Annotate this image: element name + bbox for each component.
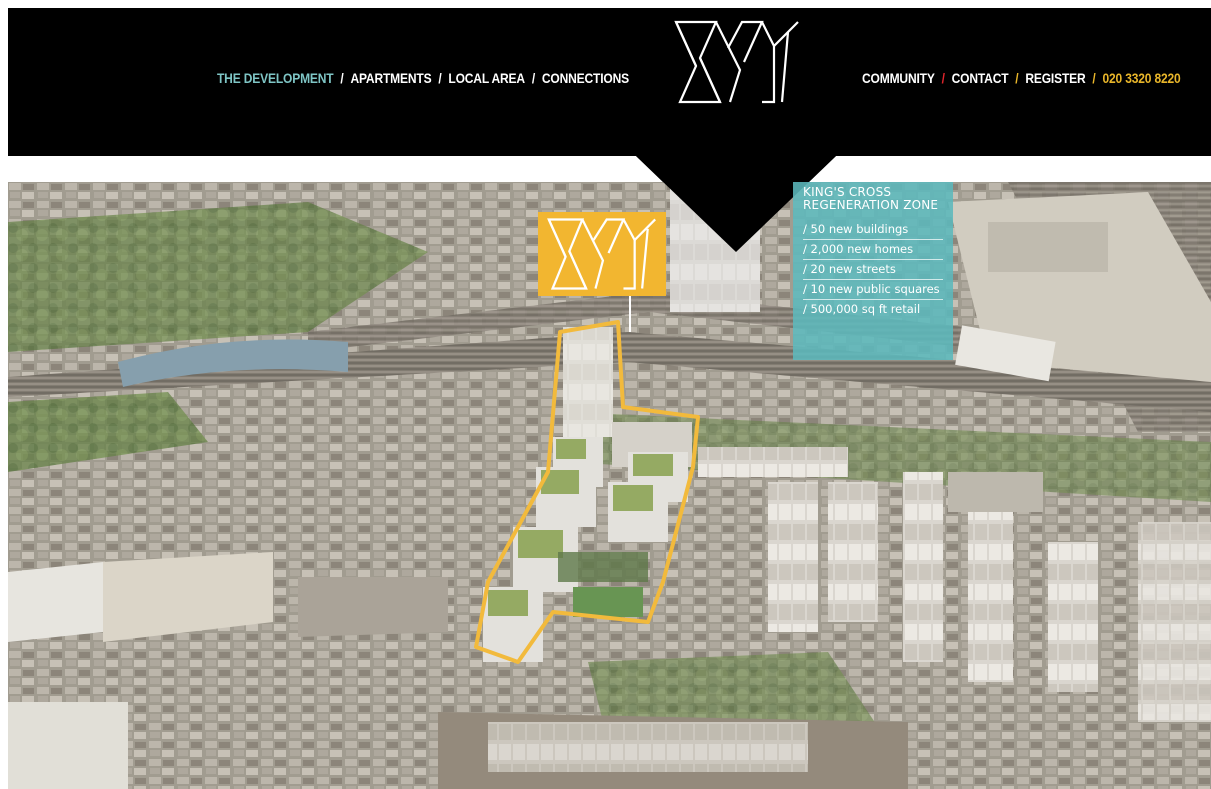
regeneration-zone-panel: KING'S CROSS REGENERATION ZONE / 50 new … <box>793 182 953 360</box>
panel-fact: / 500,000 sq ft retail <box>803 302 921 316</box>
nav-separator: / <box>1015 70 1019 86</box>
nav-item-contact[interactable]: CONTACT <box>952 70 1009 86</box>
panel-title: KING'S CROSS REGENERATION ZONE <box>803 185 939 212</box>
primary-nav-left: THE DEVELOPMENT / APARTMENTS / LOCAL ARE… <box>217 70 629 86</box>
notch-connector <box>636 156 836 182</box>
site-header: THE DEVELOPMENT / APARTMENTS / LOCAL ARE… <box>8 8 1211 156</box>
nav-item-apartments[interactable]: APARTMENTS <box>350 70 431 86</box>
panel-fact: / 10 new public squares <box>803 280 943 300</box>
nav-separator: / <box>941 70 945 86</box>
nav-item-connections[interactable]: CONNECTIONS <box>542 70 629 86</box>
xy-logo-icon[interactable] <box>670 18 804 108</box>
nav-item-local-area[interactable]: LOCAL AREA <box>448 70 525 86</box>
panel-fact: / 50 new buildings <box>803 220 943 240</box>
sign-pole <box>629 296 631 332</box>
panel-fact: / 20 new streets <box>803 260 943 280</box>
nav-separator: / <box>340 70 344 86</box>
xy-sign-logo-icon <box>538 212 666 296</box>
nav-separator: / <box>438 70 442 86</box>
nav-item-register[interactable]: REGISTER <box>1025 70 1085 86</box>
nav-item-community[interactable]: COMMUNITY <box>862 70 935 86</box>
nav-item-the-development[interactable]: THE DEVELOPMENT <box>217 70 334 86</box>
phone-number-link[interactable]: 020 3320 8220 <box>1102 70 1180 86</box>
nav-separator: / <box>1092 70 1096 86</box>
panel-fact: / 2,000 new homes <box>803 240 943 260</box>
nav-separator: / <box>531 70 536 86</box>
primary-nav-right: COMMUNITY / CONTACT / REGISTER / 020 332… <box>862 70 1181 86</box>
